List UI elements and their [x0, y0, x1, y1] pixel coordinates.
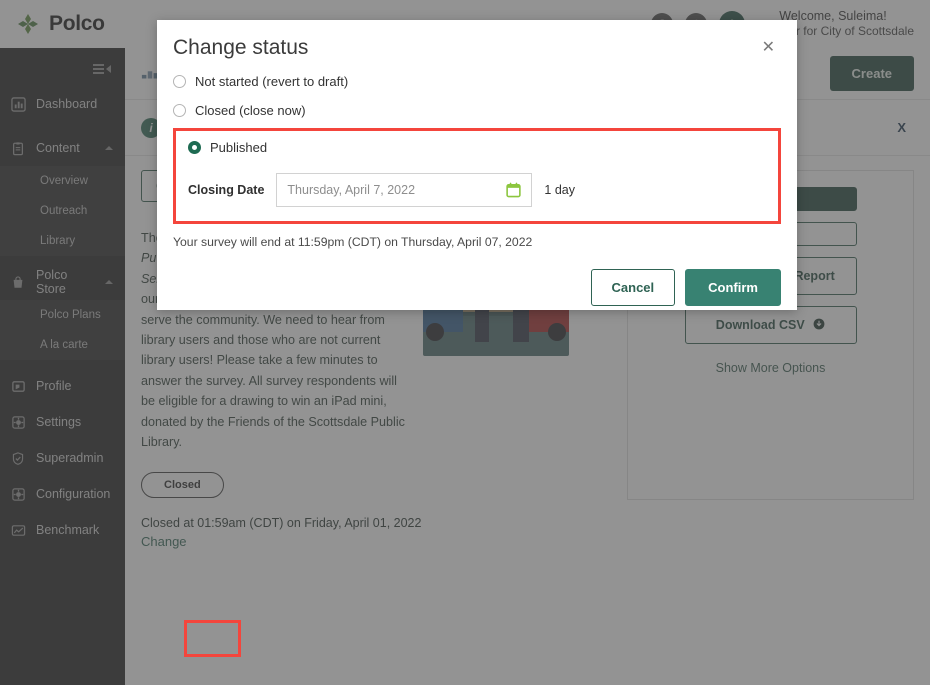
closing-date-label: Closing Date — [188, 183, 265, 197]
close-icon[interactable]: ✕ — [756, 36, 781, 60]
app-root: Polco ? Welcome, Suleima! ator for City … — [0, 0, 930, 685]
modal-actions: Cancel Confirm — [173, 269, 781, 306]
radio-label: Not started (revert to draft) — [195, 74, 349, 89]
radio-option-not-started[interactable]: Not started (revert to draft) — [173, 74, 781, 89]
confirm-button[interactable]: Confirm — [685, 269, 781, 306]
modal-header: Change status ✕ — [173, 20, 781, 60]
change-status-modal: Change status ✕ Not started (revert to d… — [157, 20, 797, 310]
radio-icon-selected — [188, 141, 201, 154]
closing-date-value: Thursday, April 7, 2022 — [287, 183, 416, 197]
radio-icon — [173, 104, 186, 117]
published-section-highlight: Published Closing Date Thursday, April 7… — [173, 128, 781, 224]
radio-icon — [173, 75, 186, 88]
duration-text: 1 day — [544, 183, 575, 197]
modal-title: Change status — [173, 36, 309, 59]
radio-option-closed[interactable]: Closed (close now) — [173, 103, 781, 118]
radio-option-published[interactable]: Published — [188, 140, 766, 155]
closing-date-row: Closing Date Thursday, April 7, 2022 1 d… — [188, 173, 766, 207]
radio-label: Closed (close now) — [195, 103, 306, 118]
calendar-icon[interactable] — [506, 182, 522, 198]
survey-end-note: Your survey will end at 11:59pm (CDT) on… — [173, 235, 533, 249]
closing-date-input[interactable]: Thursday, April 7, 2022 — [276, 173, 533, 207]
cancel-button[interactable]: Cancel — [590, 269, 676, 306]
radio-label: Published — [210, 140, 268, 155]
